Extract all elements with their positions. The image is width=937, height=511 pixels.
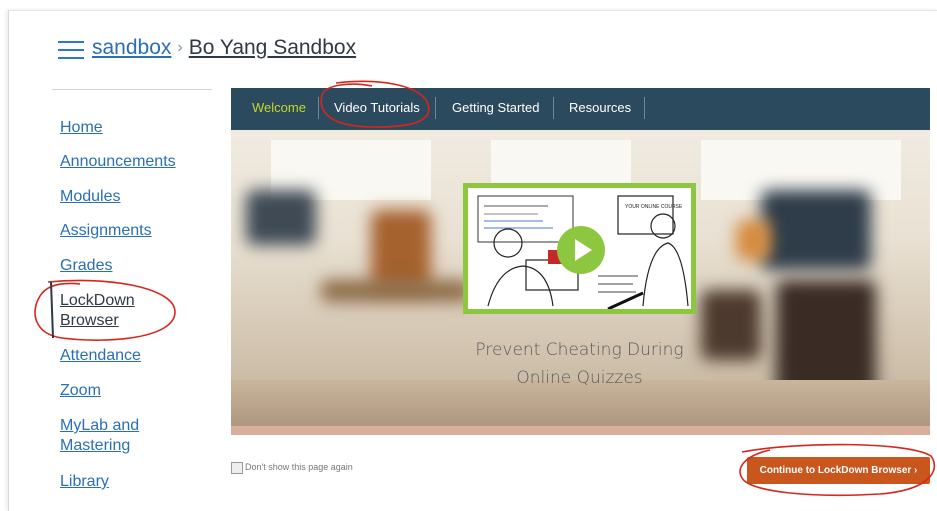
tab-resources[interactable]: Resources [569, 88, 631, 130]
sidebar-item-library[interactable]: Library [60, 472, 109, 492]
breadcrumb: sandbox › Bo Yang Sandbox [92, 36, 356, 60]
hamburger-menu-icon[interactable] [58, 41, 84, 61]
breadcrumb-course-name[interactable]: Bo Yang Sandbox [189, 36, 356, 59]
sidebar-item-zoom[interactable]: Zoom [60, 381, 101, 401]
dont-show-label: Don't show this page again [245, 462, 353, 472]
sidebar-item-modules[interactable]: Modules [60, 187, 120, 207]
tab-welcome[interactable]: Welcome [252, 88, 306, 130]
tab-divider [318, 97, 319, 119]
sidebar-item-lockdown-browser[interactable]: LockDown Browser [60, 291, 150, 331]
play-icon[interactable] [557, 226, 605, 274]
tab-getting-started[interactable]: Getting Started [452, 88, 539, 130]
sidebar-item-announcements[interactable]: Announcements [60, 152, 176, 172]
tab-divider [644, 97, 645, 119]
sidebar-divider [52, 89, 212, 90]
sidebar-item-assignments[interactable]: Assignments [60, 221, 152, 241]
breadcrumb-separator-icon: › [177, 39, 183, 56]
tab-video-tutorials[interactable]: Video Tutorials [334, 88, 420, 130]
breadcrumb-course-code[interactable]: sandbox [92, 36, 171, 59]
tab-bar: Welcome Video Tutorials Getting Started … [231, 88, 930, 130]
screen-text: YOUR ONLINE COURSE [625, 204, 683, 210]
sidebar-item-attendance[interactable]: Attendance [60, 346, 141, 366]
sidebar-item-grades[interactable]: Grades [60, 256, 112, 276]
sidebar-item-home[interactable]: Home [60, 118, 103, 138]
sidebar-item-mylab-mastering[interactable]: MyLab and Mastering [60, 416, 155, 456]
tab-divider [553, 97, 554, 119]
tab-divider [435, 97, 436, 119]
dont-show-checkbox[interactable] [231, 462, 243, 474]
hero-tagline-line1: Prevent Cheating During [475, 340, 684, 360]
continue-button[interactable]: Continue to LockDown Browser › [747, 457, 930, 484]
hero-tagline-line2: Online Quizzes [516, 368, 643, 388]
